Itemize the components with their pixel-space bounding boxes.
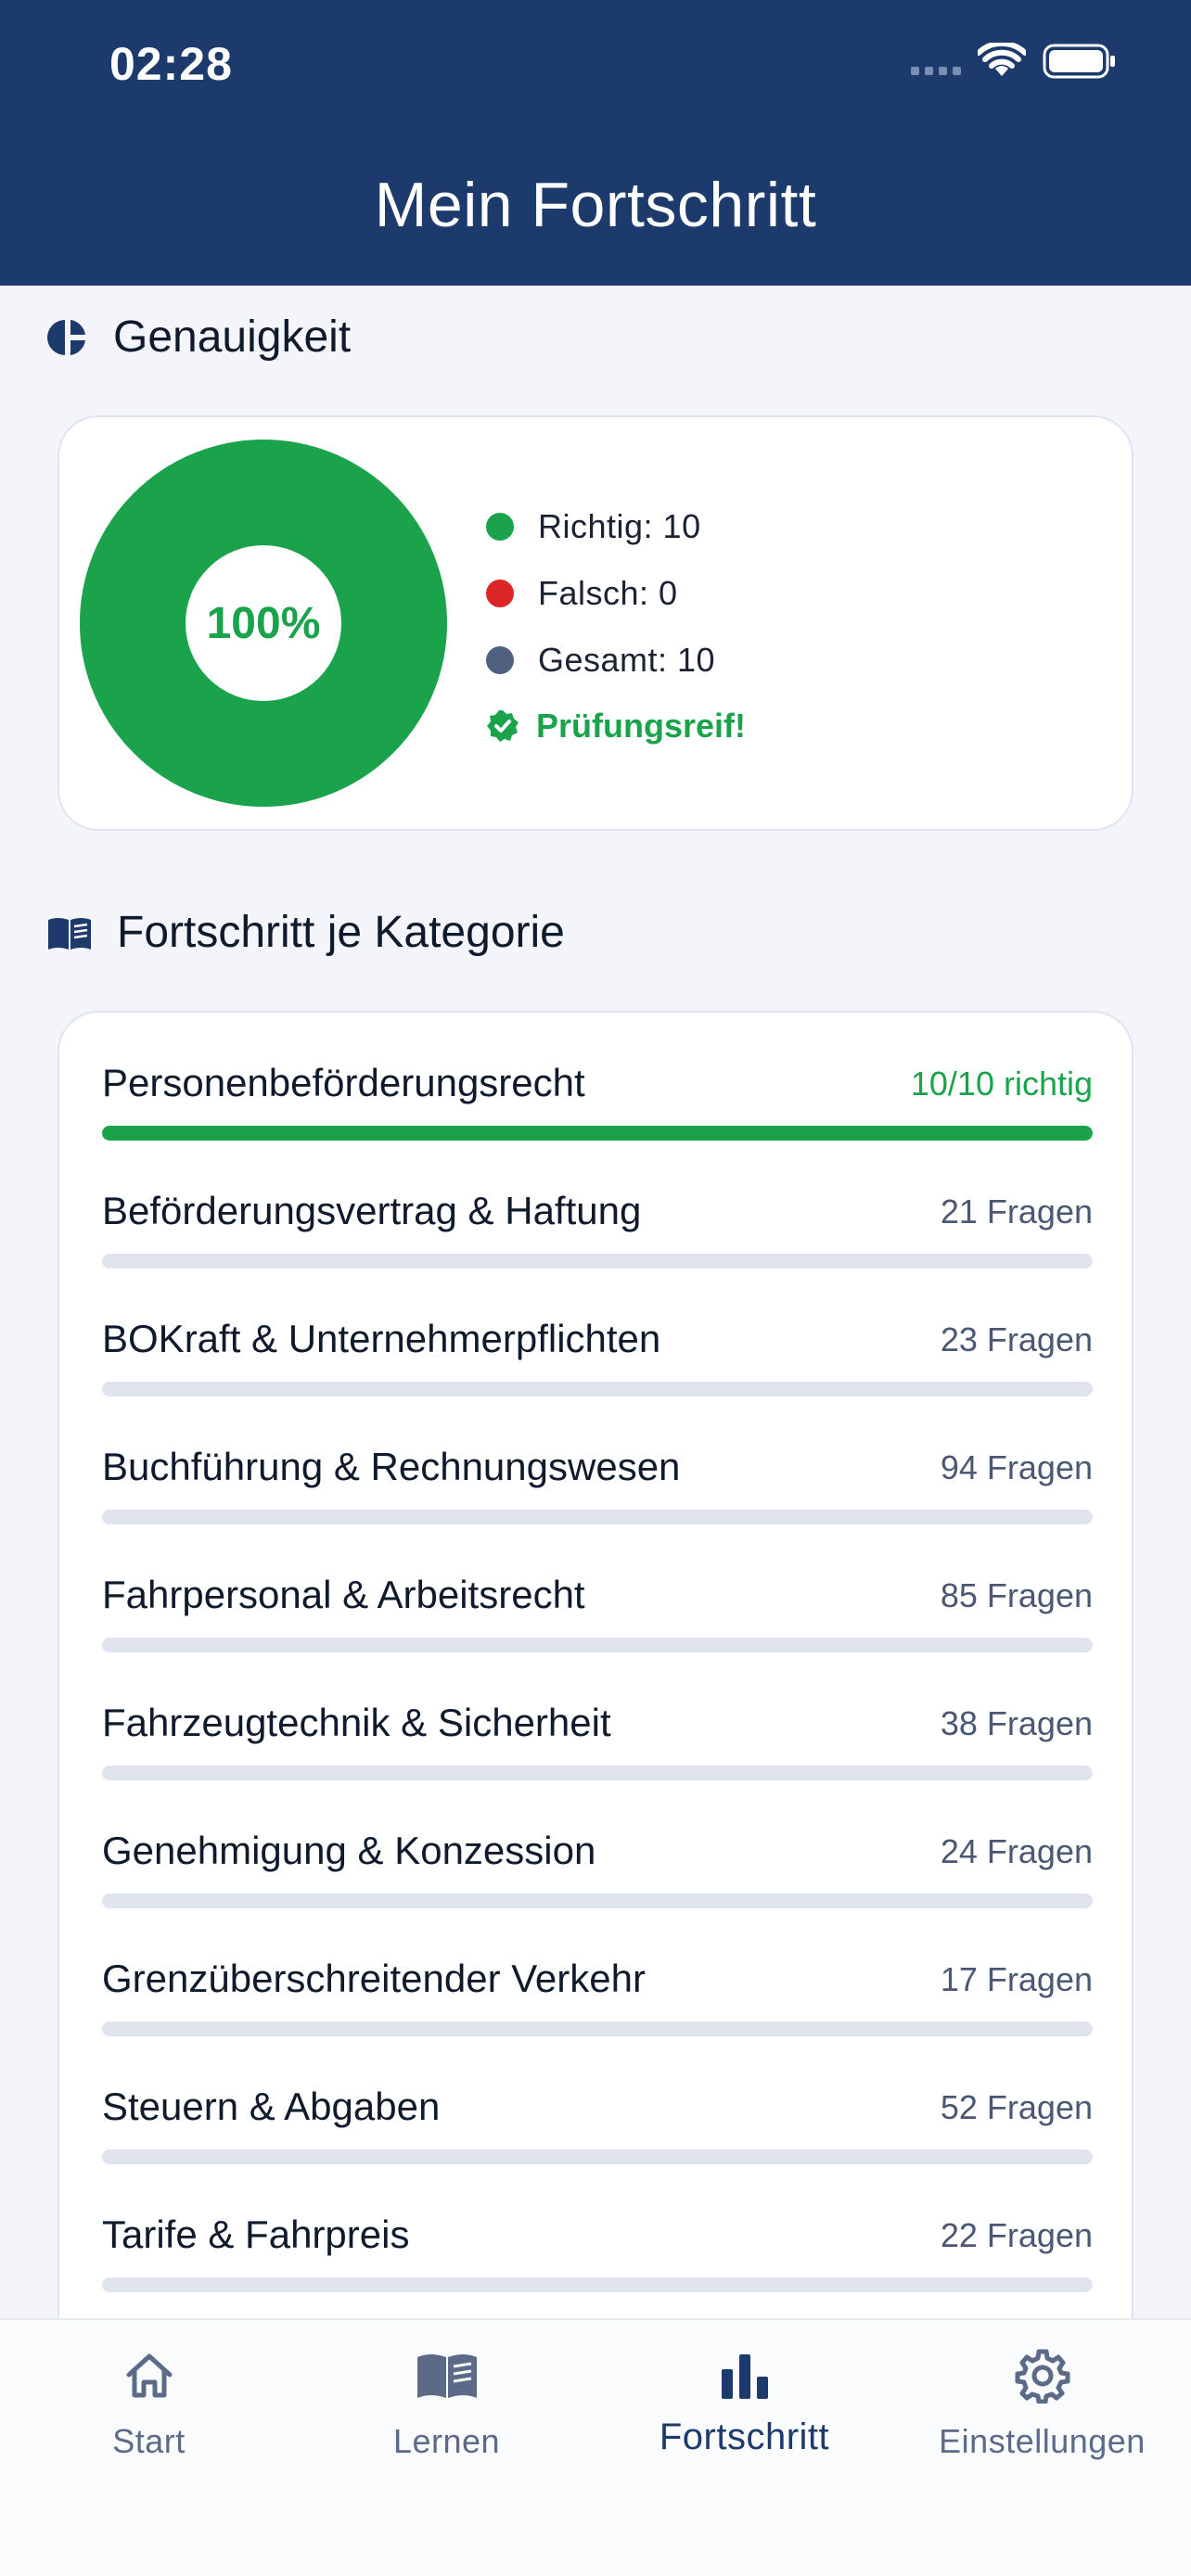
page-title: Mein Fortschritt bbox=[374, 170, 817, 240]
category-name: Fahrpersonal & Arbeitsrecht bbox=[102, 1573, 585, 1616]
category-progress-bar bbox=[102, 1510, 1093, 1524]
tab-fortschritt[interactable]: Fortschritt bbox=[596, 2340, 893, 2458]
gear-icon bbox=[1015, 2349, 1069, 2404]
category-meta: 22 Fragen bbox=[940, 2216, 1093, 2254]
category-title: Fortschritt je Kategorie bbox=[117, 908, 565, 957]
exam-ready-status: Prüfungsreif! bbox=[486, 707, 746, 746]
tab-start-label: Start bbox=[112, 2422, 186, 2460]
legend-total: Gesamt: 10 bbox=[486, 627, 746, 694]
legend-correct-label: Richtig: 10 bbox=[538, 507, 701, 545]
tab-fortschritt-label: Fortschritt bbox=[659, 2417, 830, 2457]
battery-icon bbox=[1043, 44, 1115, 79]
category-progress-bar bbox=[102, 1894, 1093, 1908]
tab-lernen[interactable]: Lernen bbox=[298, 2340, 596, 2461]
category-meta: 52 Fragen bbox=[940, 2088, 1093, 2126]
category-progress-bar bbox=[102, 1638, 1093, 1652]
category-card: Personenbeförderungsrecht 10/10 richtig Be… bbox=[58, 1011, 1133, 2346]
accuracy-title: Genauigkeit bbox=[113, 312, 352, 362]
category-meta: 21 Fragen bbox=[940, 1192, 1093, 1231]
signal-icon bbox=[911, 66, 961, 75]
wifi-icon bbox=[978, 43, 1026, 76]
pie-chart-icon bbox=[46, 319, 85, 355]
home-icon bbox=[126, 2353, 172, 2398]
category-meta: 10/10 richtig bbox=[910, 1065, 1093, 1103]
tab-lernen-label: Lernen bbox=[392, 2422, 501, 2460]
status-icons bbox=[911, 43, 1117, 80]
category-progress-fill bbox=[102, 1126, 1093, 1141]
tab-einstellungen-label: Einstellungen bbox=[939, 2422, 1146, 2460]
legend-wrong-label: Falsch: 0 bbox=[538, 574, 678, 612]
category-name: Buchführung & Rechnungswesen bbox=[102, 1445, 681, 1488]
category-progress-bar bbox=[102, 1382, 1093, 1396]
legend-dot-correct bbox=[486, 513, 514, 541]
category-meta: 23 Fragen bbox=[940, 1320, 1093, 1358]
category-progress-bar bbox=[102, 2149, 1093, 2164]
open-book-icon bbox=[48, 917, 91, 950]
app-header: 02:28 Mein Fortschritt bbox=[0, 0, 1191, 286]
tab-bar: Start Lernen Fortschritt Einstellungen bbox=[0, 2318, 1191, 2576]
accuracy-percent: 100% bbox=[206, 598, 321, 648]
status-time: 02:28 bbox=[109, 38, 233, 90]
legend-dot-wrong bbox=[486, 580, 514, 607]
category-section-title: Fortschritt je Kategorie bbox=[46, 907, 565, 958]
category-meta: 94 Fragen bbox=[940, 1448, 1093, 1486]
category-progress-bar bbox=[102, 1254, 1093, 1269]
accuracy-card: 100% Richtig: 10 Falsch: 0 Gesamt: 10 Pr… bbox=[58, 415, 1133, 831]
category-progress-bar bbox=[102, 1766, 1093, 1780]
tab-start[interactable]: Start bbox=[0, 2340, 298, 2461]
category-name: Fahrzeugtechnik & Sicherheit bbox=[102, 1701, 611, 1744]
category-progress-bar bbox=[102, 2021, 1093, 2036]
accuracy-section-title: Genauigkeit bbox=[46, 312, 351, 363]
legend-correct: Richtig: 10 bbox=[486, 493, 746, 560]
category-name: Personenbeförderungsrecht bbox=[102, 1061, 585, 1104]
category-progress-bar bbox=[102, 2277, 1093, 2292]
bar-chart-icon bbox=[721, 2354, 768, 2399]
category-name: BOKraft & Unternehmerpflichten bbox=[102, 1317, 661, 1360]
category-progress-bar bbox=[102, 1126, 1093, 1141]
category-meta: 38 Fragen bbox=[940, 1704, 1093, 1742]
legend-total-label: Gesamt: 10 bbox=[538, 641, 716, 679]
tab-einstellungen[interactable]: Einstellungen bbox=[893, 2340, 1191, 2461]
category-name: Genehmigung & Konzession bbox=[102, 1829, 596, 1872]
accuracy-legend: Richtig: 10 Falsch: 0 Gesamt: 10 Prüfung… bbox=[486, 493, 746, 746]
legend-wrong: Falsch: 0 bbox=[486, 560, 746, 627]
category-meta: 85 Fragen bbox=[940, 1576, 1093, 1614]
verified-badge-icon bbox=[487, 710, 519, 742]
category-name: Grenzüberschreitender Verkehr bbox=[102, 1957, 646, 2000]
book-icon bbox=[416, 2354, 477, 2398]
category-name: Steuern & Abgaben bbox=[102, 2085, 441, 2128]
exam-ready-label: Prüfungsreif! bbox=[536, 707, 747, 745]
category-name: Beförderungsvertrag & Haftung bbox=[102, 1189, 642, 1232]
category-meta: 24 Fragen bbox=[940, 1832, 1093, 1870]
category-meta: 17 Fragen bbox=[940, 1960, 1093, 1998]
category-name: Tarife & Fahrpreis bbox=[102, 2213, 410, 2256]
legend-dot-total bbox=[486, 646, 514, 674]
